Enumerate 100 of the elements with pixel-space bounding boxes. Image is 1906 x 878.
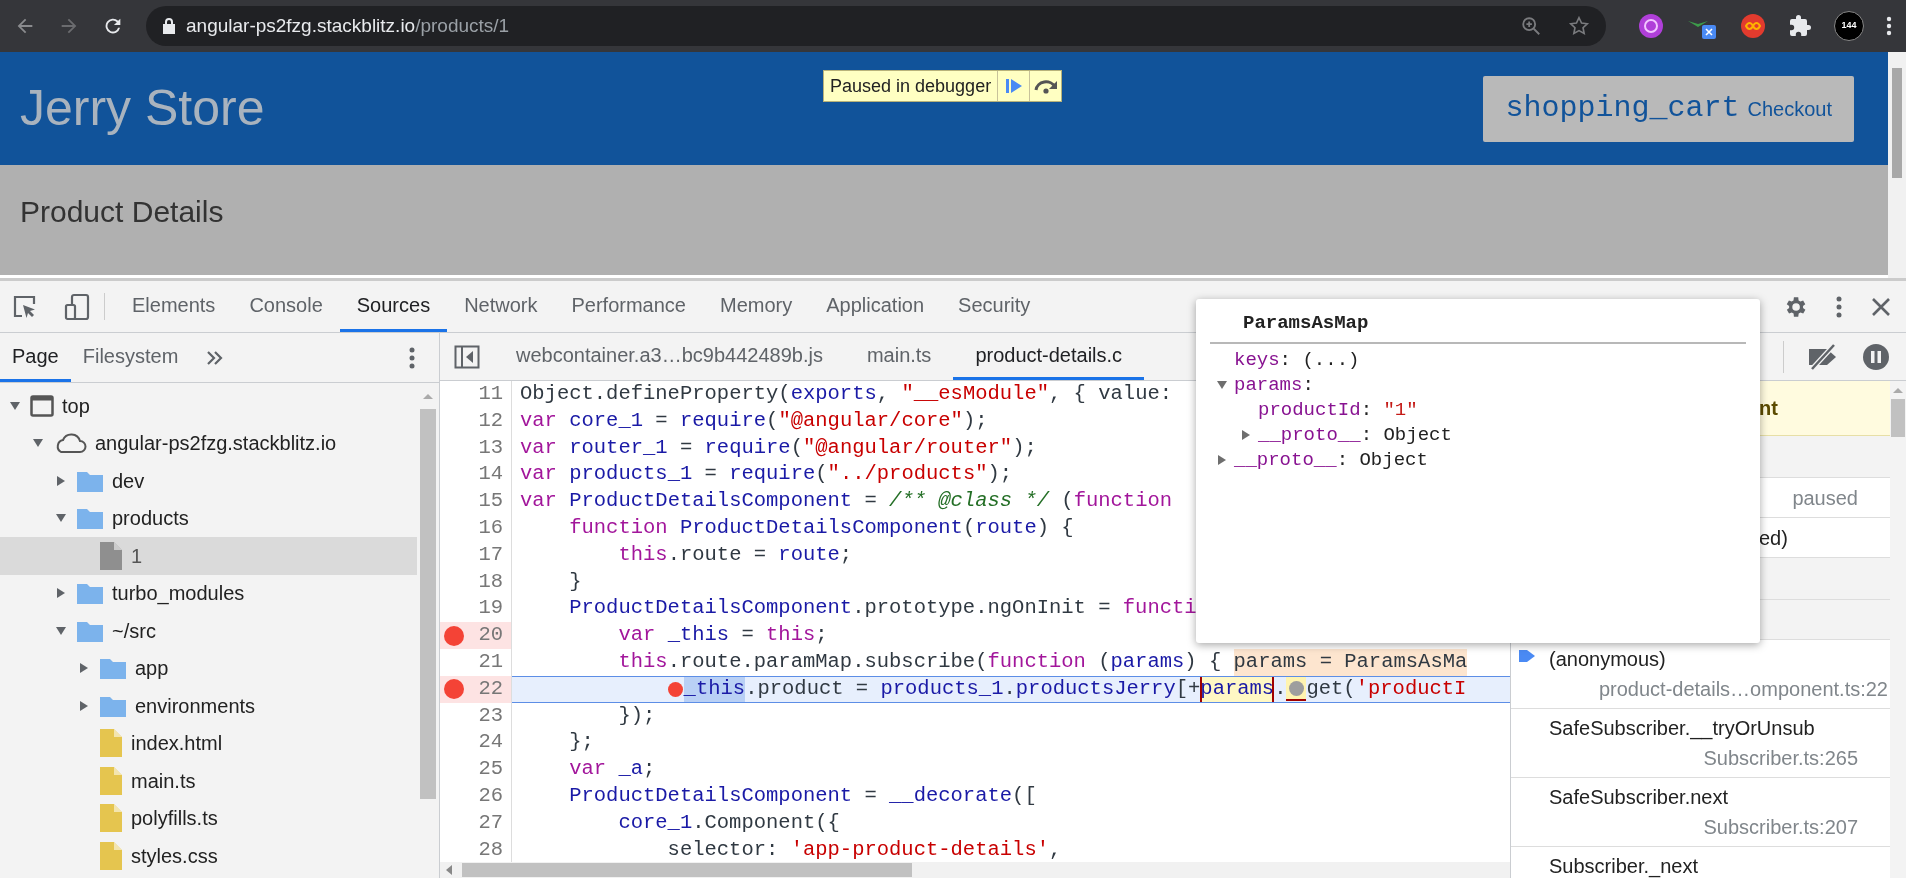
tree-item[interactable]: ~/src [0, 612, 417, 650]
code-line: var core_1 = require("@angular/core"); [520, 407, 988, 434]
close-icon[interactable] [1870, 295, 1892, 318]
scrollbar-thumb[interactable] [420, 409, 436, 799]
frame-name: Subscriber._next [1549, 854, 1699, 878]
tree-item[interactable]: polyfills.ts [0, 799, 417, 837]
page-scrollbar[interactable] [1888, 52, 1906, 278]
tree-item[interactable]: index.html [0, 724, 417, 762]
expand-triangle-icon[interactable] [1216, 379, 1228, 391]
line-number: 28 [478, 836, 503, 862]
inline-breakpoint-icon[interactable] [1286, 677, 1307, 702]
toggle-navigator-icon[interactable] [454, 344, 480, 369]
file-tab[interactable]: main.ts [844, 333, 954, 380]
expand-triangle-icon[interactable] [55, 587, 67, 600]
tree-item[interactable]: main.ts [0, 762, 417, 800]
pause-icon[interactable] [1862, 342, 1890, 371]
section-title: Product Details [20, 194, 224, 230]
code-line: ProductDetailsComponent.prototype.ngOnInit = functi [569, 595, 1197, 622]
extension-icon[interactable] [1740, 13, 1766, 39]
tree-item[interactable]: angular-ps2fzg.stackblitz.io [0, 424, 417, 462]
frame-location[interactable]: product-details…omponent.ts:22 [1598, 674, 1888, 704]
property-row[interactable]: __proto__: Object [1210, 422, 1746, 448]
code-line: selector: 'app-product-details', [667, 836, 1062, 862]
panel-tab[interactable]: Sources [339, 281, 448, 332]
navigator-tab[interactable]: Page [0, 333, 71, 382]
frame-location[interactable]: Subscriber.ts:207 [1703, 812, 1888, 842]
file-tab[interactable]: product-details.c [953, 333, 1145, 380]
inspect-element-icon[interactable] [12, 293, 38, 320]
panel-tab[interactable]: Network [447, 281, 555, 332]
code-line: Object.defineProperty(exports, "__esModule", { value: [520, 381, 1173, 408]
call-frame[interactable]: SafeSubscriber.__tryOrUnsub Subscriber.ts:265 [1511, 709, 1890, 778]
code-line: core_1.Component({ [618, 809, 840, 836]
navigator-tab[interactable]: Filesystem [70, 333, 191, 382]
line-number: 20 [478, 622, 503, 649]
scroll-left-arrow-icon[interactable] [446, 865, 452, 875]
code-line: var _this = this; [618, 622, 828, 649]
paused-banner-text: nt [1759, 396, 1778, 421]
panel-tab[interactable]: Application [809, 281, 942, 332]
extension-icon[interactable] [1638, 13, 1664, 39]
expand-triangle-icon[interactable] [55, 624, 67, 637]
tree-item[interactable]: turbo_modules [0, 574, 417, 612]
code-line: var products_1 = require("../products"); [520, 461, 1013, 488]
code-line: this.route.paramMap.subscribe(function (params) { params = ParamsAsMa [618, 648, 1468, 676]
call-frame[interactable]: Subscriber._next [1511, 847, 1890, 878]
popover-title: ParamsAsMap [1243, 312, 1369, 334]
expand-triangle-icon[interactable] [55, 474, 67, 487]
expand-triangle-icon[interactable] [1240, 429, 1252, 441]
call-frame[interactable]: (anonymous) product-details…omponent.ts:22 [1511, 640, 1890, 709]
tree-item[interactable]: app [0, 649, 417, 687]
panel-tab[interactable]: Memory [703, 281, 810, 332]
frame-location[interactable]: Subscriber.ts:265 [1703, 743, 1888, 773]
folder-icon [76, 506, 104, 531]
panel-tab[interactable]: Elements [115, 281, 233, 332]
line-number: 12 [478, 407, 503, 434]
expand-triangle-icon[interactable] [78, 699, 90, 712]
panel-tab[interactable]: Security [941, 281, 1048, 332]
line-number: 11 [478, 381, 503, 408]
frame-name: SafeSubscriber.next [1549, 785, 1729, 810]
tree-item[interactable]: environments [0, 687, 417, 725]
more-options-icon[interactable] [1836, 294, 1842, 319]
expand-triangle-icon[interactable] [78, 662, 90, 675]
frame-name: SafeSubscriber.__tryOrUnsub [1549, 716, 1816, 742]
panel-tab[interactable]: Performance [554, 281, 703, 332]
breakpoint-icon[interactable] [444, 625, 464, 646]
expand-triangle-icon[interactable] [9, 399, 21, 412]
line-number: 22 [478, 675, 503, 702]
file-tab[interactable]: webcontainer.a3…bc9b442489b.js [494, 333, 845, 380]
file-icon [99, 840, 123, 871]
panel-tab[interactable]: Console [232, 281, 340, 332]
file-icon [99, 728, 123, 759]
inspected-expression: params [1200, 676, 1275, 702]
call-frame[interactable]: SafeSubscriber.next Subscriber.ts:207 [1511, 778, 1890, 847]
breakpoint-icon[interactable] [444, 679, 464, 700]
tree-item[interactable]: top [0, 387, 417, 425]
expand-triangle-icon[interactable] [1216, 454, 1228, 466]
lock-icon [162, 17, 176, 35]
address-bar[interactable]: angular-ps2fzg.stackblitz.io/products/1 [146, 6, 1606, 46]
device-toolbar-icon[interactable] [64, 292, 90, 321]
line-number: 19 [478, 595, 503, 622]
property-row[interactable]: params: [1210, 372, 1746, 398]
banner-text: Paused in debugger [829, 74, 993, 98]
tree-item[interactable]: styles.css [0, 837, 417, 875]
star-icon[interactable] [1568, 15, 1590, 37]
checkout-button[interactable]: shopping_cart Checkout [1483, 75, 1854, 142]
profile-avatar[interactable]: 144 [1834, 11, 1864, 41]
line-number: 13 [478, 434, 503, 461]
tree-item[interactable]: 1 [0, 537, 417, 575]
tree-item[interactable]: dev [0, 462, 417, 500]
more-options-icon[interactable] [409, 345, 415, 370]
tree-item[interactable]: products [0, 499, 417, 537]
zoom-icon[interactable] [1520, 15, 1542, 37]
more-tabs-icon[interactable] [206, 349, 225, 366]
horizontal-scrollbar[interactable] [440, 862, 1510, 878]
window-icon [30, 394, 54, 417]
puzzle-icon[interactable] [1788, 14, 1812, 38]
more-menu-icon[interactable] [1886, 15, 1892, 37]
scrollbar-thumb[interactable] [1891, 399, 1905, 437]
line-number: 15 [478, 488, 503, 515]
property-row[interactable]: __proto__: Object [1210, 447, 1746, 473]
line-number: 16 [478, 515, 503, 541]
